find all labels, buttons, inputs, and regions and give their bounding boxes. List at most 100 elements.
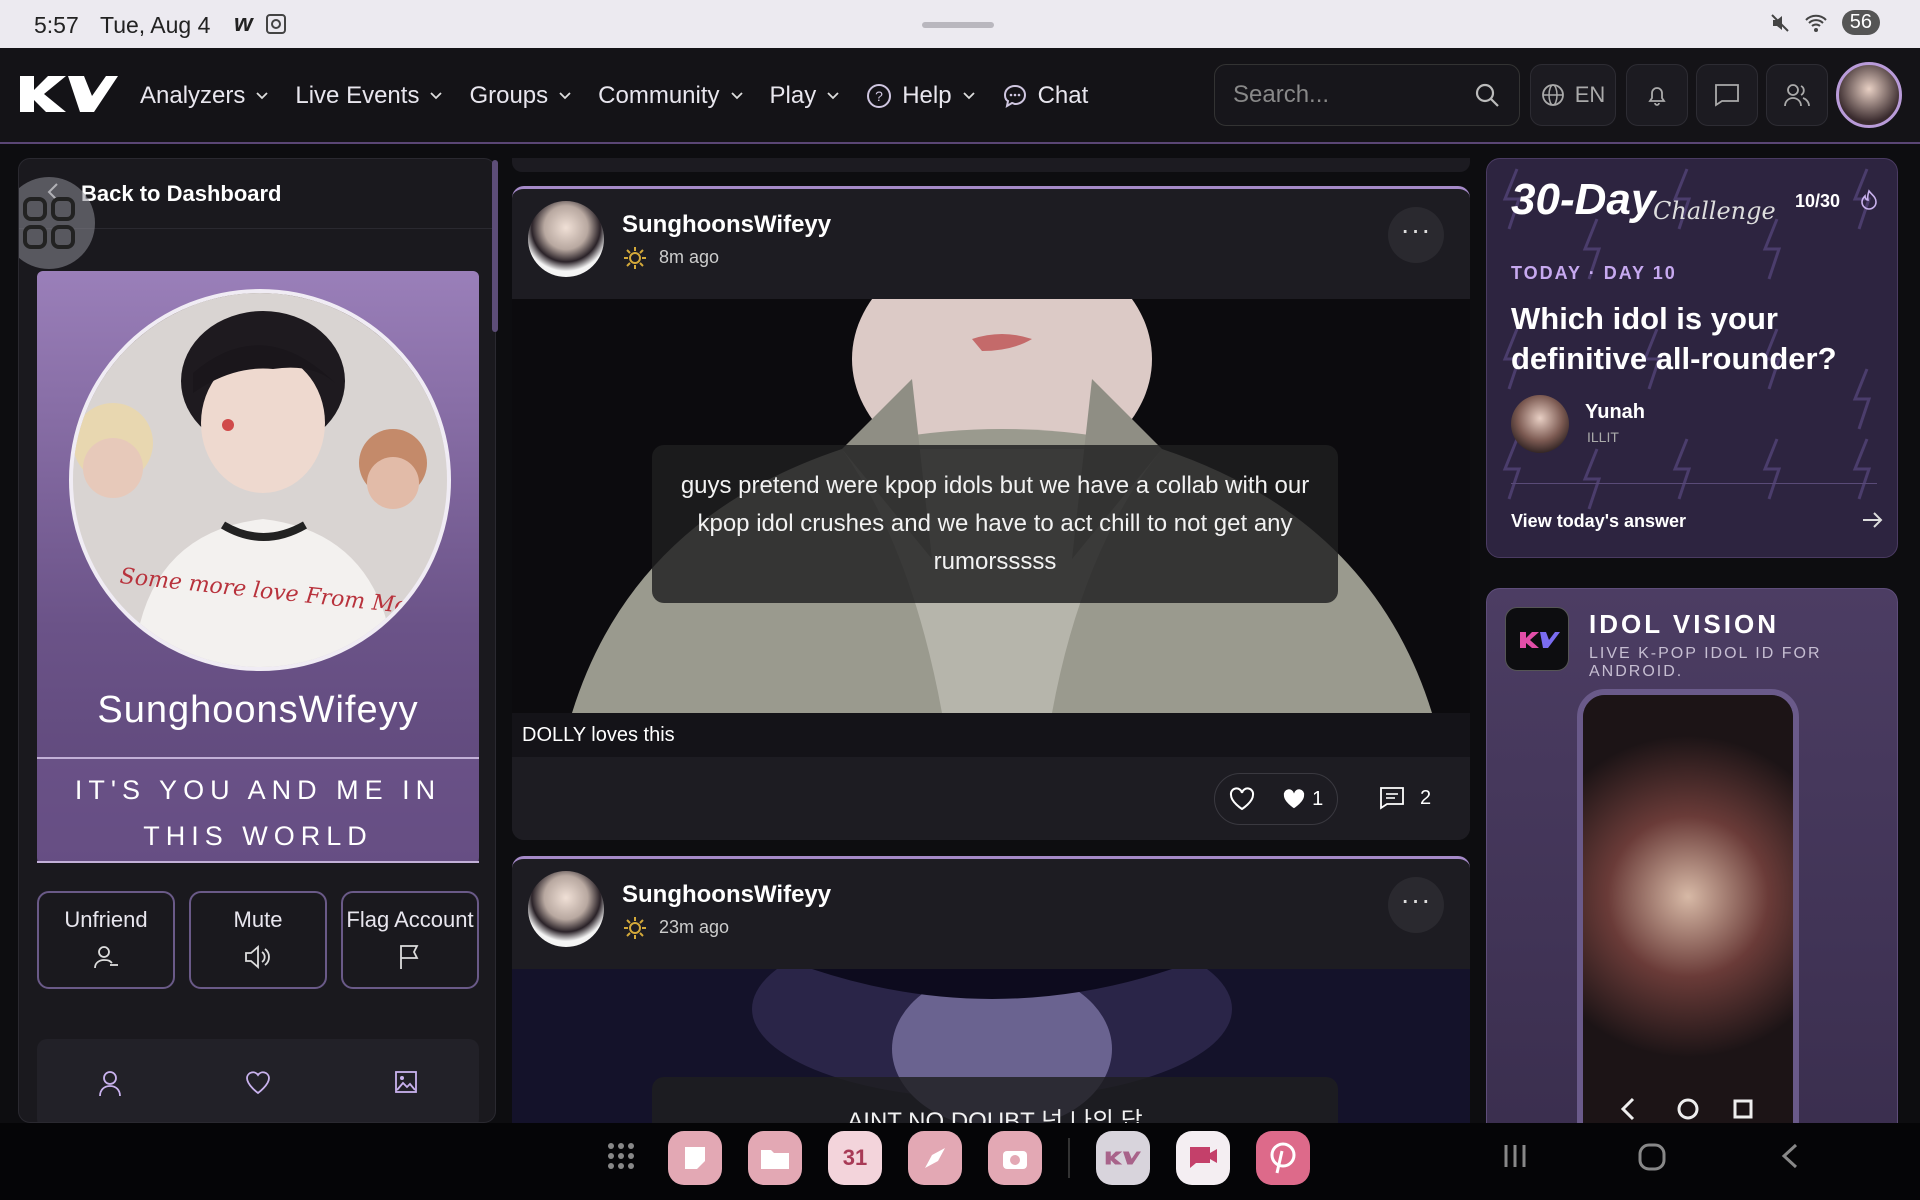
notifications-button[interactable] xyxy=(1626,64,1688,126)
post-card: SunghoonsWifeyy 8m ago ··· guys pretend … xyxy=(512,186,1470,840)
search-icon[interactable] xyxy=(1473,81,1501,109)
image-icon[interactable] xyxy=(393,1069,419,1095)
pinterest-icon xyxy=(1270,1142,1296,1174)
like-button[interactable]: 1 xyxy=(1214,773,1338,825)
post-author-name[interactable]: SunghoonsWifeyy xyxy=(622,211,831,239)
idol-vision-app-icon xyxy=(1505,607,1569,671)
post-author-avatar[interactable] xyxy=(528,871,604,947)
heart-filled-icon xyxy=(1283,789,1305,809)
phone-screen xyxy=(1583,695,1793,1123)
heart-outline-icon[interactable] xyxy=(1229,787,1255,811)
unfriend-button[interactable]: Unfriend xyxy=(37,891,175,989)
kv-app-icon[interactable] xyxy=(1096,1131,1150,1185)
comments-button[interactable]: 2 xyxy=(1378,785,1431,811)
idol-vision-promo[interactable]: IDOL VISION LIVE K-POP IDOL ID FOR ANDRO… xyxy=(1486,588,1898,1123)
post-media[interactable]: AINT NO DOUBT 넌 나의 답 xyxy=(512,969,1470,1123)
users-icon xyxy=(1784,84,1810,107)
search-input[interactable] xyxy=(1233,81,1453,109)
post-author-name[interactable]: SunghoonsWifeyy xyxy=(622,881,831,909)
previous-post-edge xyxy=(512,158,1470,172)
dock-separator xyxy=(1068,1138,1070,1178)
challenge-question: Which idol is your definitive all-rounde… xyxy=(1511,301,1837,376)
answer-group: ILLIT xyxy=(1587,429,1619,445)
chat-bubble-icon xyxy=(1003,84,1026,109)
video-chat-app-icon[interactable] xyxy=(1176,1131,1230,1185)
camera-app-icon[interactable] xyxy=(988,1131,1042,1185)
nav-play[interactable]: Play xyxy=(770,82,841,110)
svg-text:?: ? xyxy=(875,88,883,104)
profile-picture: Some more love From Me xyxy=(69,289,451,671)
screenshot-icon xyxy=(265,14,286,34)
back-icon[interactable] xyxy=(1776,1141,1806,1171)
folder-app-icon[interactable] xyxy=(748,1131,802,1185)
post-caption: guys pretend were kpop idols but we have… xyxy=(652,445,1338,603)
w-app-icon: w xyxy=(234,10,253,37)
kv-logo[interactable] xyxy=(18,72,118,116)
floating-grid-button[interactable] xyxy=(19,177,95,269)
flame-icon xyxy=(1861,189,1877,210)
wifi-icon xyxy=(1805,14,1827,32)
home-icon[interactable] xyxy=(1636,1141,1668,1173)
kv-logo-icon xyxy=(1105,1151,1141,1165)
calendar-app-icon[interactable]: 31 xyxy=(828,1131,882,1185)
like-count-group: 1 xyxy=(1282,788,1323,811)
camera-icon xyxy=(1003,1151,1027,1169)
daily-challenge-card[interactable]: 30-Day Challenge 10/30 TODAY · DAY 10 Wh… xyxy=(1486,158,1898,558)
post-options-button[interactable]: ··· xyxy=(1388,877,1444,933)
nav-help[interactable]: ? Help xyxy=(866,82,975,110)
video-chat-icon xyxy=(1190,1147,1217,1168)
nav-analyzers[interactable]: Analyzers xyxy=(140,82,269,110)
profile-photo-illustration: Some more love From Me xyxy=(73,293,447,667)
user-icon[interactable] xyxy=(97,1069,123,1097)
flag-account-button[interactable]: Flag Account xyxy=(341,891,479,989)
remove-user-icon xyxy=(94,946,118,969)
chevron-down-icon xyxy=(827,92,839,100)
answer-name: Yunah xyxy=(1585,401,1646,423)
arrow-right-icon[interactable] xyxy=(1861,509,1885,531)
user-avatar[interactable] xyxy=(1836,62,1902,128)
heart-icon[interactable] xyxy=(244,1069,272,1095)
nav-groups[interactable]: Groups xyxy=(469,82,572,110)
right-sidebar: 30-Day Challenge 10/30 TODAY · DAY 10 Wh… xyxy=(1486,158,1898,1123)
language-button[interactable]: EN xyxy=(1530,64,1616,126)
mute-button[interactable]: Mute xyxy=(189,891,327,989)
date: Tue, Aug 4 xyxy=(100,12,211,38)
nav-chat[interactable]: Chat xyxy=(1002,82,1088,110)
challenge-title: 30-Day xyxy=(1511,175,1656,224)
comment-icon xyxy=(1380,787,1404,810)
drag-handle[interactable] xyxy=(922,22,994,28)
post-author-avatar[interactable] xyxy=(528,201,604,277)
post-media[interactable]: guys pretend were kpop idols but we have… xyxy=(512,299,1470,713)
nav-live-events[interactable]: Live Events xyxy=(295,82,443,110)
left-panel-scrollbar[interactable] xyxy=(492,160,498,332)
app-drawer-icon[interactable] xyxy=(606,1141,636,1171)
post-reactions-bar: 1 2 xyxy=(512,757,1470,840)
bell-icon xyxy=(1648,87,1666,106)
nav-community[interactable]: Community xyxy=(598,82,743,110)
search-box[interactable] xyxy=(1214,64,1520,126)
recent-apps-icon[interactable] xyxy=(1500,1141,1530,1171)
chevron-down-icon xyxy=(256,92,269,100)
chevron-down-icon xyxy=(430,92,443,100)
gear-badge-icon xyxy=(624,247,646,269)
view-answer-link[interactable]: View today's answer xyxy=(1511,511,1686,532)
messages-button[interactable] xyxy=(1696,64,1758,126)
post-header: SunghoonsWifeyy 23m ago ··· xyxy=(512,859,1470,969)
gear-badge-icon xyxy=(624,917,646,939)
chevron-down-icon xyxy=(559,92,571,100)
clock: 5:57 xyxy=(34,12,79,38)
pinterest-app-icon[interactable] xyxy=(1256,1131,1310,1185)
challenge-progress: 10/30 xyxy=(1795,191,1841,211)
phone-mockup xyxy=(1577,689,1799,1123)
post-options-button[interactable]: ··· xyxy=(1388,207,1444,263)
post-loves-line: DOLLY loves this xyxy=(512,713,1470,757)
profile-bio: IT'S YOU AND ME IN THIS WORLD xyxy=(37,757,479,863)
notes-app-icon[interactable] xyxy=(668,1131,722,1185)
friends-button[interactable] xyxy=(1766,64,1828,126)
browser-app-icon[interactable] xyxy=(908,1131,962,1185)
chevron-down-icon xyxy=(730,92,743,100)
chevron-down-icon xyxy=(962,92,975,100)
language-label: EN xyxy=(1574,82,1606,107)
post-card: SunghoonsWifeyy 23m ago ··· AINT NO DOUB… xyxy=(512,856,1470,1123)
note-icon xyxy=(685,1147,705,1169)
